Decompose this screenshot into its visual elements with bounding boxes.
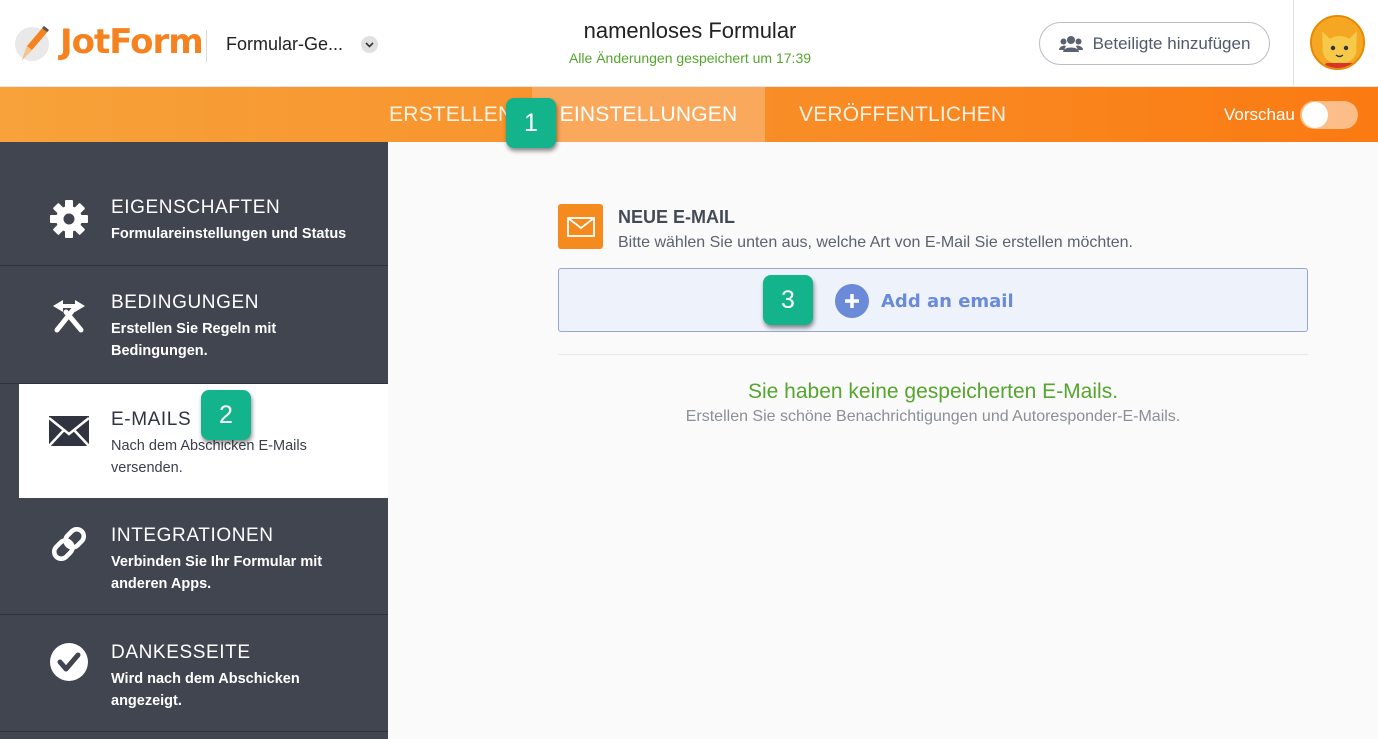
preview-toggle[interactable] bbox=[1300, 101, 1358, 129]
content-divider bbox=[558, 354, 1308, 355]
form-title[interactable]: namenloses Formular bbox=[490, 18, 890, 44]
step-badge-3: 3 bbox=[763, 275, 813, 325]
sidebar-item-title: DANKESSEITE bbox=[111, 642, 251, 663]
sidebar-item-title: EIGENSCHAFTEN bbox=[111, 197, 281, 218]
form-name-dropdown-label: Formular-Ge... bbox=[226, 34, 344, 54]
jotform-logo[interactable]: JotForm bbox=[14, 20, 204, 64]
add-email-button[interactable]: Add an email bbox=[558, 268, 1308, 332]
email-type-icon bbox=[558, 204, 603, 249]
sidebar-item-title: E-MAILS bbox=[111, 409, 192, 430]
step-badge-2: 2 bbox=[201, 390, 251, 440]
link-icon bbox=[48, 523, 90, 565]
main-nav-bar: ERSTELLEN EINSTELLUNGEN VERÖFFENTLICHEN … bbox=[0, 87, 1378, 142]
header-divider-right bbox=[1293, 0, 1294, 87]
pencil-logo-icon bbox=[14, 20, 54, 64]
sidebar-item-eigenschaften[interactable]: EIGENSCHAFTEN Formulareinstellungen und … bbox=[0, 142, 388, 266]
add-participants-button[interactable]: Beteiligte hinzufügen bbox=[1039, 22, 1270, 65]
empty-state-title: Sie haben keine gespeicherten E-Mails. bbox=[747, 380, 1119, 403]
user-avatar[interactable] bbox=[1310, 15, 1365, 70]
preview-label: Vorschau bbox=[1224, 105, 1295, 124]
new-email-title: NEUE E-MAIL bbox=[618, 207, 735, 227]
sidebar-item-title: BEDINGUNGEN bbox=[111, 292, 260, 313]
header-divider bbox=[206, 30, 207, 62]
sidebar-item-desc: Nach dem Abschicken E-Mails versenden. bbox=[111, 438, 307, 476]
new-email-description: Bitte wählen Sie unten aus, welche Art v… bbox=[618, 234, 1133, 251]
plus-circle-icon bbox=[835, 284, 869, 318]
add-email-content: Add an email bbox=[835, 284, 1014, 318]
chevron-down-icon bbox=[361, 36, 379, 53]
settings-sidebar: EIGENSCHAFTEN Formulareinstellungen und … bbox=[0, 142, 388, 739]
sidebar-item-dankesseite[interactable]: DANKESSEITE Wird nach dem Abschicken ang… bbox=[0, 615, 388, 732]
save-status: Alle Änderungen gespeichert um 17:39 bbox=[568, 50, 812, 66]
gear-icon bbox=[48, 198, 90, 240]
toggle-knob bbox=[1302, 102, 1328, 128]
empty-state-description: Erstellen Sie schöne Benachrichtigungen … bbox=[685, 408, 1181, 425]
sidebar-item-title: INTEGRATIONEN bbox=[111, 525, 274, 546]
step-badge-1: 1 bbox=[506, 98, 556, 148]
sidebar-item-desc: Erstellen Sie Regeln mit Bedingungen. bbox=[111, 321, 277, 359]
envelope-icon bbox=[48, 410, 90, 452]
form-title-block: namenloses Formular Alle Änderungen gesp… bbox=[490, 18, 890, 66]
sidebar-item-integrationen[interactable]: INTEGRATIONEN Verbinden Sie Ihr Formular… bbox=[0, 499, 388, 615]
users-icon bbox=[1058, 35, 1083, 52]
sidebar-item-desc: Formulareinstellungen und Status bbox=[111, 226, 347, 242]
sidebar-item-bedingungen[interactable]: BEDINGUNGEN Erstellen Sie Regeln mit Bed… bbox=[0, 266, 388, 384]
top-header: JotForm Formular-Ge... namenloses Formul… bbox=[0, 0, 1378, 87]
add-participants-label: Beteiligte hinzufügen bbox=[1092, 33, 1251, 53]
tab-erstellen[interactable]: ERSTELLEN bbox=[389, 87, 513, 142]
add-email-label: Add an email bbox=[881, 290, 1014, 312]
logo-text: JotForm bbox=[60, 22, 204, 62]
tab-einstellungen[interactable]: EINSTELLUNGEN bbox=[532, 87, 765, 142]
conditions-icon bbox=[48, 295, 90, 337]
form-name-dropdown[interactable]: Formular-Ge... bbox=[226, 34, 379, 55]
sidebar-item-desc: Wird nach dem Abschicken angezeigt. bbox=[111, 671, 300, 709]
tab-veroeffentlichen[interactable]: VERÖFFENTLICHEN bbox=[799, 87, 1006, 142]
check-circle-icon bbox=[48, 641, 90, 683]
sidebar-item-desc: Verbinden Sie Ihr Formular mit anderen A… bbox=[111, 554, 323, 592]
